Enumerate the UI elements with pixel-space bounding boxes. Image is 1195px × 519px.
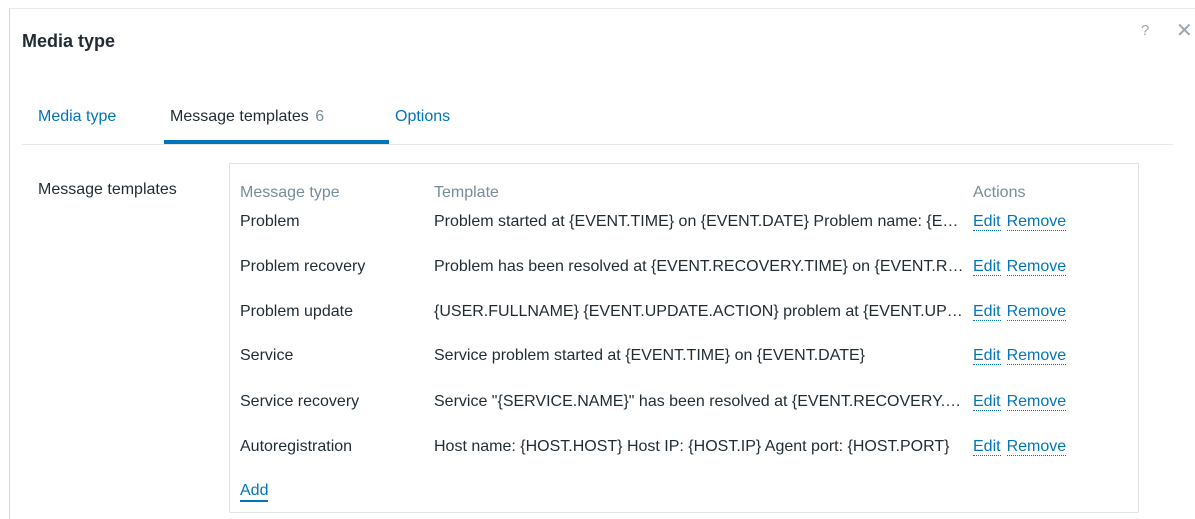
tab-message-templates-label: Message templates [170, 108, 309, 125]
tab-options[interactable]: Options [395, 108, 450, 126]
table-row: Autoregistration Host name: {HOST.HOST} … [230, 438, 1138, 482]
row-message-type: Problem recovery [240, 258, 366, 275]
remove-link[interactable]: Remove [1006, 258, 1067, 276]
add-button[interactable]: Add [240, 482, 269, 502]
row-actions: Edit Remove [973, 303, 1067, 321]
row-template: Service problem started at {EVENT.TIME} … [434, 347, 865, 364]
remove-link[interactable]: Remove [1006, 438, 1067, 456]
edit-link[interactable]: Edit [973, 438, 1001, 456]
row-actions: Edit Remove [973, 213, 1067, 231]
active-tab-indicator [164, 140, 389, 144]
tab-bar: Media type Message templates 6 Options [22, 96, 1173, 145]
row-template: {USER.FULLNAME} {EVENT.UPDATE.ACTION} pr… [434, 303, 964, 320]
row-template: Problem started at {EVENT.TIME} on {EVEN… [434, 213, 964, 230]
edit-link[interactable]: Edit [973, 213, 1001, 231]
tab-media-type[interactable]: Media type [38, 108, 116, 126]
edit-link[interactable]: Edit [973, 258, 1001, 276]
table-row: Problem recovery Problem has been resolv… [230, 258, 1138, 302]
row-actions: Edit Remove [973, 393, 1067, 411]
tab-media-type-label: Media type [38, 108, 117, 125]
row-actions: Edit Remove [973, 438, 1067, 456]
row-message-type: Problem [240, 213, 300, 230]
row-actions: Edit Remove [973, 258, 1067, 276]
remove-link[interactable]: Remove [1006, 347, 1067, 365]
table-row: Problem update {USER.FULLNAME} {EVENT.UP… [230, 303, 1138, 347]
media-type-dialog: Media type ? ✕ Media type Message templa… [9, 8, 1195, 519]
edit-link[interactable]: Edit [973, 347, 1001, 365]
help-icon[interactable]: ? [1141, 22, 1149, 39]
table-row: Problem Problem started at {EVENT.TIME} … [230, 213, 1138, 257]
edit-link[interactable]: Edit [973, 393, 1001, 411]
remove-link[interactable]: Remove [1006, 213, 1067, 231]
tab-message-templates[interactable]: Message templates 6 [170, 108, 324, 126]
header-actions: Actions [973, 184, 1026, 201]
tab-message-templates-count: 6 [315, 108, 325, 125]
edit-link[interactable]: Edit [973, 303, 1001, 321]
header-message-type: Message type [240, 184, 340, 201]
table-row: Service Service problem started at {EVEN… [230, 347, 1138, 391]
tab-options-label: Options [395, 108, 451, 125]
row-template: Host name: {HOST.HOST} Host IP: {HOST.IP… [434, 438, 950, 455]
remove-link[interactable]: Remove [1006, 393, 1067, 411]
row-actions: Edit Remove [973, 347, 1067, 365]
table-row: Service recovery Service "{SERVICE.NAME}… [230, 393, 1138, 437]
close-icon[interactable]: ✕ [1176, 18, 1193, 43]
message-templates-table: Message type Template Actions Problem Pr… [229, 163, 1139, 513]
dialog-title: Media type [22, 31, 116, 51]
row-message-type: Autoregistration [240, 438, 353, 455]
message-templates-field-label: Message templates [38, 181, 177, 198]
row-template: Service "{SERVICE.NAME}" has been resolv… [434, 393, 964, 410]
row-message-type: Problem update [240, 303, 353, 320]
row-message-type: Service recovery [240, 393, 360, 410]
remove-link[interactable]: Remove [1006, 303, 1067, 321]
header-template: Template [434, 184, 499, 201]
row-message-type: Service [240, 347, 294, 364]
row-template: Problem has been resolved at {EVENT.RECO… [434, 258, 964, 275]
